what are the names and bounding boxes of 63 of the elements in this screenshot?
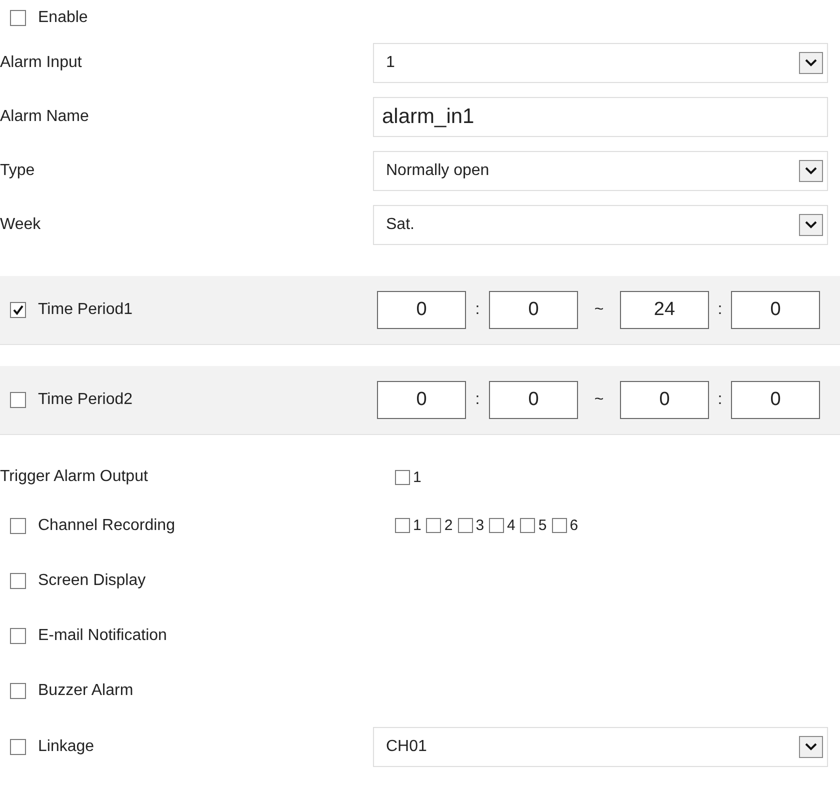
checkbox[interactable]	[10, 302, 26, 318]
option-label: 3	[476, 517, 484, 534]
dropdown-button[interactable]	[799, 214, 823, 236]
field-label: Trigger Alarm Output	[0, 468, 148, 486]
checkbox-label: Enable	[38, 9, 88, 27]
dropdown-field[interactable]: Normally open	[373, 151, 828, 191]
checkbox[interactable]	[458, 518, 473, 533]
separator-text: :	[716, 301, 724, 319]
checkmark-icon	[12, 304, 24, 316]
dropdown-field[interactable]: CH01	[373, 727, 828, 767]
checkbox[interactable]	[489, 518, 504, 533]
option-label: 6	[570, 517, 578, 534]
checkbox[interactable]	[552, 518, 567, 533]
minute-input[interactable]: 0	[489, 381, 578, 419]
checkbox-label: Buzzer Alarm	[38, 682, 134, 700]
checkbox[interactable]	[10, 572, 26, 588]
dropdown-button[interactable]	[799, 160, 823, 182]
checkbox[interactable]	[10, 628, 26, 644]
checkbox-label: Channel Recording	[38, 516, 175, 534]
checkbox[interactable]	[10, 10, 26, 26]
dropdown-field[interactable]: 1	[373, 43, 828, 83]
field-label: Type	[0, 162, 35, 180]
checkbox[interactable]	[10, 682, 26, 698]
checkbox[interactable]	[395, 470, 410, 484]
chevron-down-icon	[805, 221, 817, 229]
checkbox-label: Time Period2	[38, 391, 133, 409]
checkbox-label: E-mail Notification	[38, 626, 167, 644]
checkbox[interactable]	[395, 518, 410, 533]
option-label: 5	[538, 517, 547, 534]
checkbox[interactable]	[10, 739, 26, 755]
dropdown-field[interactable]: Sat.	[373, 205, 828, 245]
chevron-down-icon	[805, 59, 817, 67]
checkbox[interactable]	[426, 518, 442, 533]
option-label: 1	[413, 468, 422, 486]
dropdown-button[interactable]	[799, 52, 823, 74]
hour-input[interactable]: 0	[377, 291, 466, 329]
separator-text: ~	[593, 301, 605, 319]
option-label: 2	[444, 517, 453, 534]
separator-text: ~	[593, 391, 605, 409]
checkbox-label: Linkage	[38, 738, 94, 756]
checkbox[interactable]	[520, 518, 536, 533]
chevron-down-icon	[805, 743, 817, 751]
checkbox[interactable]	[10, 518, 26, 534]
dropdown-button[interactable]	[799, 736, 823, 758]
checkbox-label: Time Period1	[38, 301, 133, 319]
hour-input[interactable]: 24	[620, 291, 709, 329]
option-label: 1	[413, 517, 422, 534]
checkbox-label: Screen Display	[38, 572, 146, 590]
field-label: Week	[0, 216, 41, 234]
separator-text: :	[474, 301, 481, 319]
separator-text: :	[716, 391, 724, 409]
separator-text: :	[474, 391, 481, 409]
minute-input[interactable]: 0	[731, 381, 820, 419]
option-label: 4	[507, 517, 516, 534]
field-label: Alarm Name	[0, 108, 89, 126]
input-field[interactable]: alarm_in1	[373, 97, 828, 137]
field-label: Alarm Input	[0, 54, 82, 72]
checkbox[interactable]	[10, 392, 26, 408]
chevron-down-icon	[805, 167, 817, 175]
hour-input[interactable]: 0	[377, 381, 466, 419]
minute-input[interactable]: 0	[731, 291, 820, 329]
minute-input[interactable]: 0	[489, 291, 578, 329]
hour-input[interactable]: 0	[620, 381, 709, 419]
